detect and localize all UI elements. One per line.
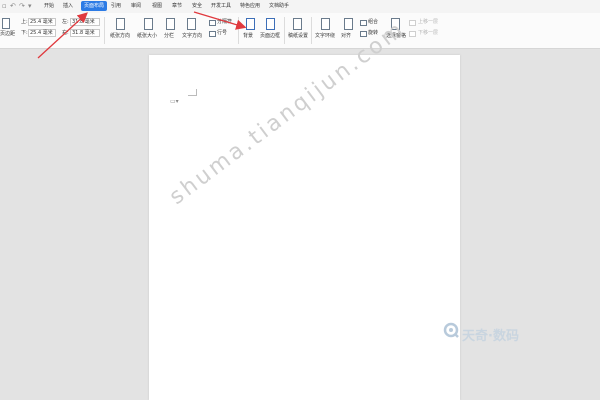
- annotation-arrows: [37, 11, 247, 59]
- arrow-to-page-layout: [37, 12, 88, 59]
- arrow-to-background: [193, 11, 247, 30]
